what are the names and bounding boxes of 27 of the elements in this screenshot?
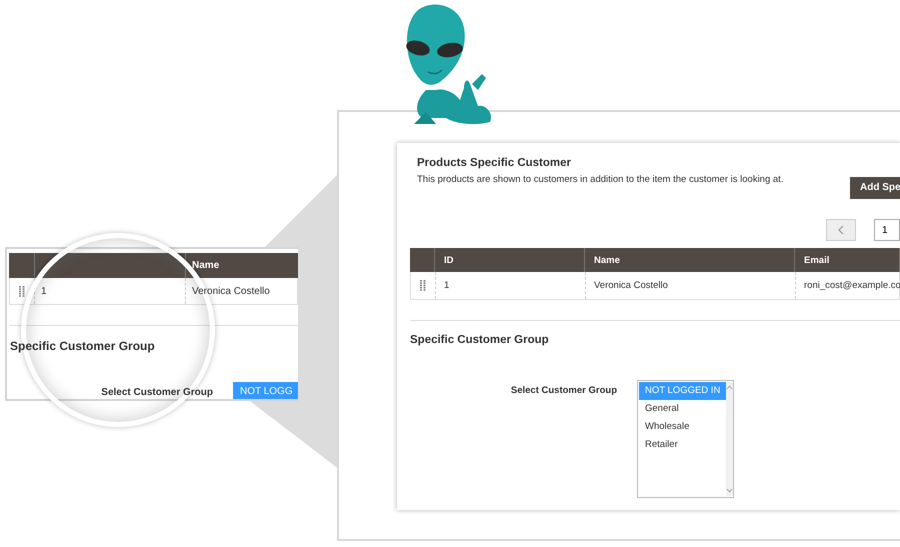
listbox-option[interactable]: General — [639, 400, 726, 418]
column-header: Name — [191, 259, 220, 273]
scroll-down-icon[interactable] — [726, 488, 734, 493]
field-label: Select Customer Group — [100, 387, 213, 398]
previous-page-button[interactable] — [826, 219, 856, 241]
table-cell: roni_cost@example.co — [804, 280, 900, 291]
page-field[interactable]: 1 — [874, 219, 900, 241]
add-button[interactable]: Add Spe — [850, 177, 900, 199]
column-header: ID — [435, 248, 585, 272]
listbox-option[interactable]: Retailer — [639, 436, 726, 454]
table-cell: Veronica Costello — [594, 280, 668, 291]
drag-handle-icon[interactable] — [420, 280, 426, 291]
listbox-option[interactable]: Wholesale — [639, 418, 726, 436]
customer-group-listbox[interactable]: NOT LOGGED IN General Wholesale Retailer — [637, 380, 734, 498]
column-header: Name — [585, 248, 795, 272]
drag-handle-icon[interactable] — [19, 286, 25, 296]
table-cell: 1 — [41, 286, 47, 296]
table-cell-text: Veronica Costello — [191, 286, 270, 296]
panel-title: Products Specific Customer — [417, 157, 572, 169]
column-header: Email — [795, 248, 900, 272]
field-label: Select Customer Group — [510, 384, 617, 396]
panel-description: This products are shown to customers in addition to the item the customer is looking at. — [417, 174, 784, 185]
chevron-left-icon — [838, 225, 844, 235]
section-title: Specific Customer Group — [410, 334, 550, 346]
scroll-up-icon[interactable] — [726, 385, 734, 390]
table-cell: 1 — [444, 280, 450, 291]
section-title: Specific Customer Group — [10, 339, 156, 353]
